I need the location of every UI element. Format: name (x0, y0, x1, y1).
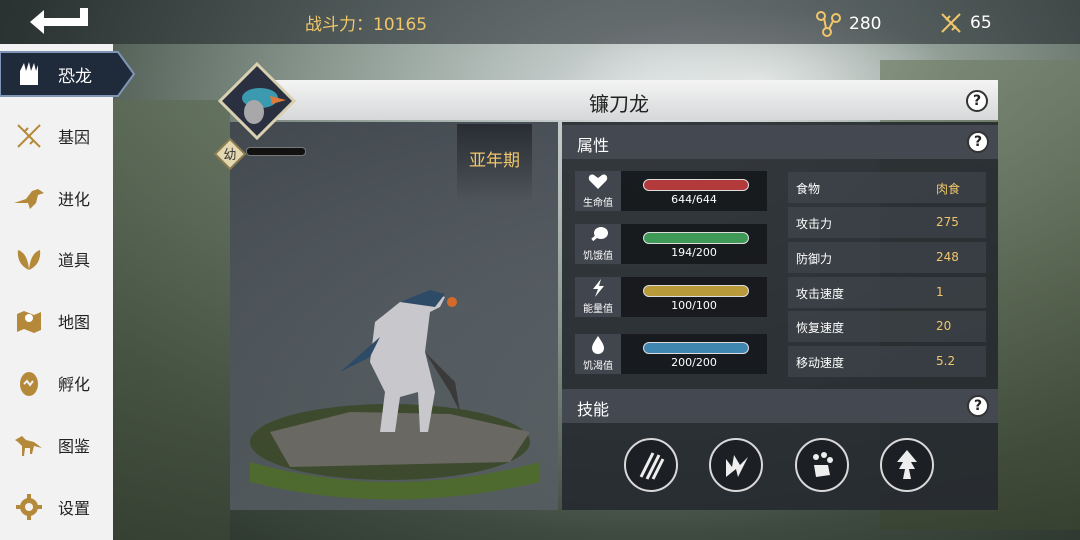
paw-shatter-icon (813, 452, 833, 477)
stat-label: 饥渴值 (583, 361, 613, 372)
arrow-up-boost-icon (897, 450, 917, 479)
lightning-strike-icon (726, 455, 748, 477)
dinosaur-skeleton-icon (12, 428, 46, 462)
stat-label: 饥饿值 (583, 251, 613, 262)
sidebar-item-label: 基因 (58, 128, 91, 147)
attribute-key: 食物 (796, 182, 821, 196)
skill-button-1[interactable] (624, 438, 678, 492)
sidebar-item-label: 设置 (58, 499, 91, 518)
growth-progress-bar (246, 147, 306, 156)
leaf-icon (12, 242, 46, 276)
sidebar-item-label: 地图 (58, 313, 91, 332)
energy-bar (643, 285, 749, 297)
stat-value: 194/200 (671, 246, 717, 259)
growth-stage-tab: 亚年期 (457, 124, 532, 202)
sidebar-item-map[interactable]: 地图 (0, 296, 113, 346)
heart-icon (588, 174, 608, 189)
skill-button-4[interactable] (880, 438, 934, 492)
sidebar-item-items[interactable]: 道具 (0, 234, 113, 284)
egg-icon (12, 366, 46, 400)
attribute-row: 攻击力 275 (788, 207, 986, 238)
background-foliage-left (110, 100, 230, 540)
stat-value: 100/100 (671, 299, 717, 312)
sidebar-item-codex[interactable]: 图鉴 (0, 420, 113, 470)
sidebar-item-evolution[interactable]: 进化 (0, 173, 113, 223)
attributes-title: 属性 (577, 136, 610, 155)
claw-slash-icon (639, 452, 665, 480)
dna-icon (12, 119, 46, 153)
attribute-key: 攻击力 (796, 217, 833, 231)
attribute-value: 275 (936, 215, 959, 229)
top-bar: 战斗力：10165 280 65 (0, 0, 1080, 44)
combat-power-label: 战斗力： (305, 15, 373, 35)
lightning-icon (593, 279, 604, 297)
sidebar-item-label: 图鉴 (58, 437, 91, 456)
stat-thirst: 饥渴值 200/200 (575, 334, 767, 374)
stat-energy: 能量值 100/100 (575, 277, 767, 317)
back-arrow-icon (30, 8, 88, 34)
attribute-key: 防御力 (796, 252, 833, 266)
sidebar: 恐龙 基因 进化 道具 地图 孵化 图鉴 设置 (0, 44, 135, 540)
sidebar-item-label: 恐龙 (58, 66, 92, 87)
attribute-value: 5.2 (936, 354, 956, 368)
stat-label: 能量值 (583, 304, 613, 315)
skills-title: 技能 (577, 400, 610, 419)
stat-value: 644/644 (671, 193, 717, 206)
back-button[interactable] (22, 4, 102, 40)
attribute-row: 食物 肉食 (788, 172, 986, 203)
resource-molecule-count: 280 (849, 14, 882, 34)
drumstick-icon (591, 227, 608, 242)
sidebar-item-settings[interactable]: 设置 (0, 482, 113, 532)
attribute-row: 防御力 248 (788, 242, 986, 273)
map-icon (12, 304, 46, 338)
stat-hunger: 饥饿值 194/200 (575, 224, 767, 264)
thirst-bar (643, 342, 749, 354)
attribute-value: 20 (936, 319, 952, 333)
skill-button-2[interactable] (709, 438, 763, 492)
help-button[interactable]: ? (966, 90, 988, 112)
stat-label: 生命值 (583, 198, 613, 209)
dinosaur-name: 镰刀龙 (589, 92, 649, 116)
stat-value: 200/200 (671, 356, 717, 369)
attributes-section-header: 属性 ? (562, 125, 998, 159)
attribute-key: 攻击速度 (796, 287, 845, 301)
attribute-value: 肉食 (936, 182, 961, 196)
skill-button-3[interactable] (795, 438, 849, 492)
stat-health: 生命值 644/644 (575, 171, 767, 211)
resource-molecule: 280 (815, 10, 881, 38)
juvenile-badge-label: 幼 (223, 148, 236, 163)
resource-dna-count: 65 (970, 13, 992, 33)
dinosaur-portrait (218, 62, 296, 140)
attribute-value: 248 (936, 250, 959, 264)
gear-icon (12, 490, 46, 524)
attribute-key: 移动速度 (796, 356, 845, 370)
combat-power-value: 10165 (373, 15, 428, 35)
resource-dna: 65 (938, 10, 992, 36)
dinosaur-claw-icon (12, 57, 46, 91)
sidebar-item-hatch[interactable]: 孵化 (0, 358, 113, 408)
sidebar-item-dinosaur[interactable]: 恐龙 (0, 49, 113, 99)
attribute-key: 恢复速度 (796, 321, 845, 335)
hunger-bar (643, 232, 749, 244)
attribute-row: 攻击速度 1 (788, 277, 986, 308)
evolution-bird-icon (12, 181, 46, 215)
juvenile-badge: 幼 (214, 138, 246, 170)
dinosaur-header: 镰刀龙 ? (240, 80, 998, 120)
sidebar-item-label: 道具 (58, 251, 91, 270)
skills-help-button[interactable]: ? (967, 395, 989, 417)
attribute-value: 1 (936, 285, 944, 299)
sidebar-item-label: 进化 (58, 190, 91, 209)
water-drop-icon (592, 336, 604, 354)
sidebar-item-gene[interactable]: 基因 (0, 111, 113, 161)
attributes-help-button[interactable]: ? (967, 131, 989, 153)
sidebar-item-label: 孵化 (58, 375, 91, 394)
dna-icon (941, 13, 961, 33)
health-bar (643, 179, 749, 191)
molecule-icon (816, 11, 841, 37)
skills-section-header: 技能 ? (562, 389, 998, 423)
combat-power: 战斗力：10165 (305, 10, 427, 35)
attribute-row: 移动速度 5.2 (788, 346, 986, 377)
attribute-row: 恢复速度 20 (788, 311, 986, 342)
